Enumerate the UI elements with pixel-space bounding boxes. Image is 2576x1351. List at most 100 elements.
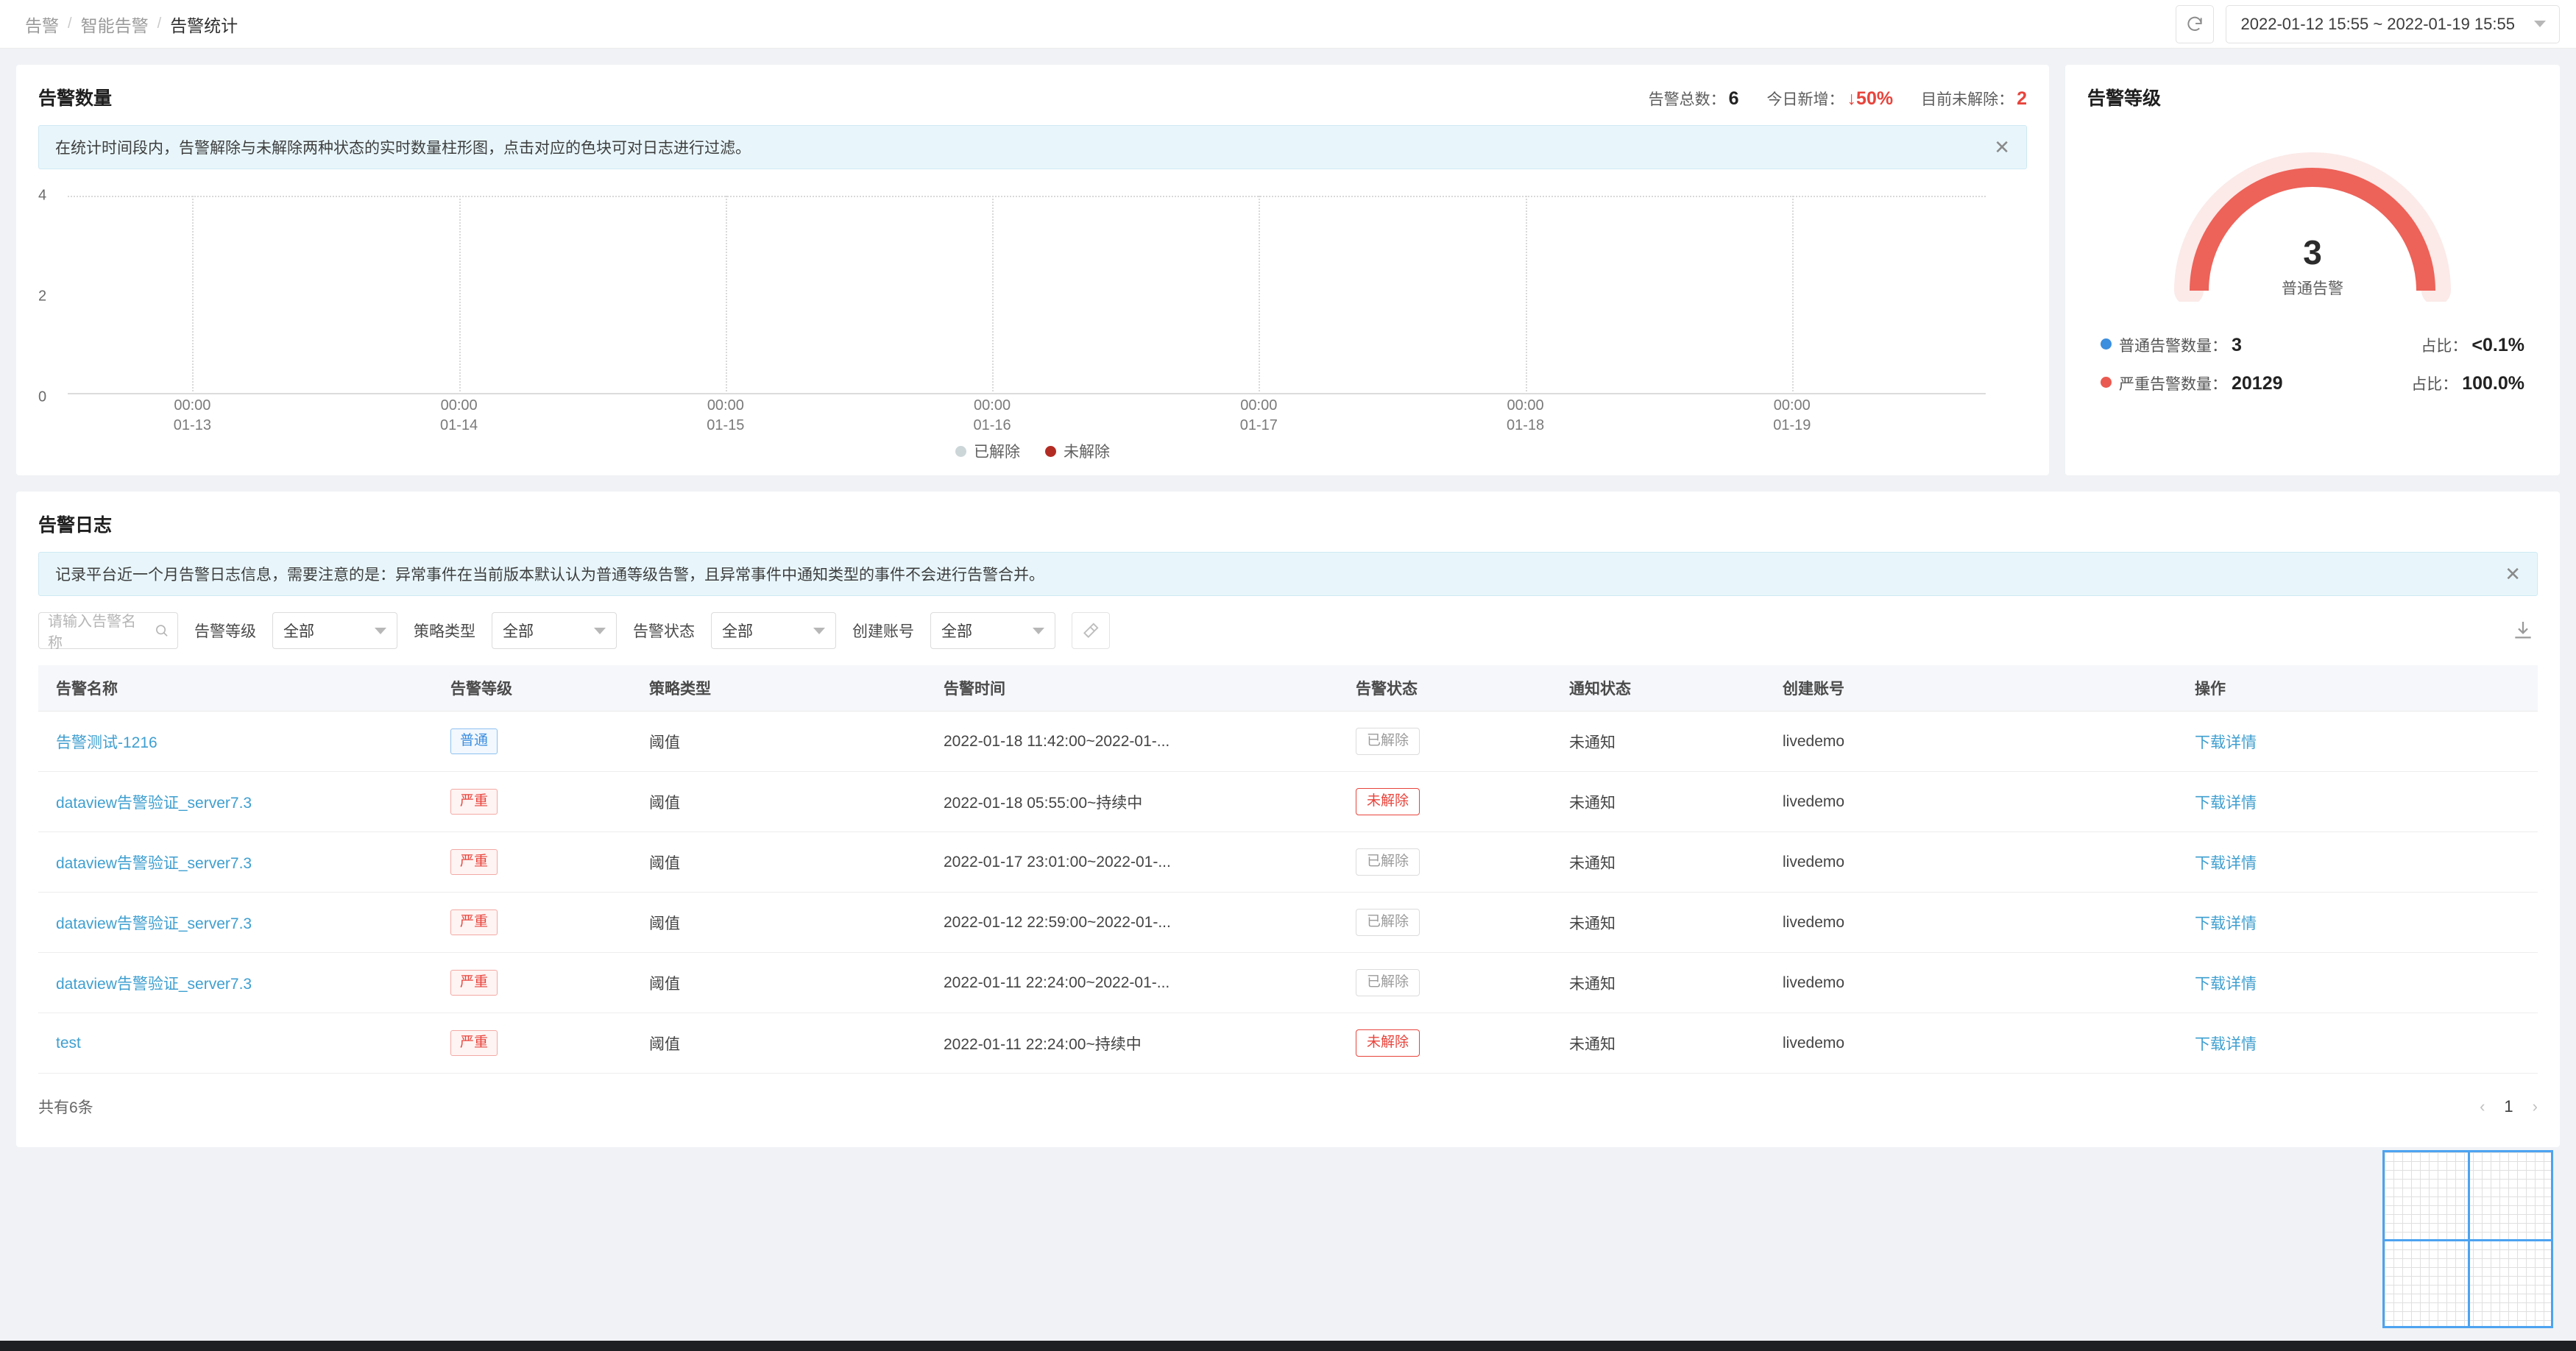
chart-bar[interactable] <box>867 196 890 394</box>
chart-bar[interactable] <box>1643 196 1666 394</box>
chart-bar[interactable] <box>570 196 593 394</box>
chart-bar[interactable] <box>1552 196 1575 394</box>
chart-bar[interactable] <box>1118 196 1141 394</box>
chart-bar[interactable] <box>1393 196 1415 394</box>
chart-bar[interactable] <box>1233 196 1256 394</box>
download-detail-link[interactable]: 下载详情 <box>2195 976 2257 993</box>
column-header-status[interactable]: 告警状态 <box>1356 665 1569 712</box>
chart-bar[interactable] <box>1689 196 1712 394</box>
chart-bar[interactable] <box>159 196 182 394</box>
chart-bar[interactable] <box>1712 196 1735 394</box>
download-detail-link[interactable]: 下载详情 <box>2195 734 2257 751</box>
download-button[interactable] <box>2508 616 2538 645</box>
chart-bar[interactable] <box>844 196 867 394</box>
breadcrumb-item-alarm[interactable]: 告警 <box>25 12 59 37</box>
alarm-name-link[interactable]: dataview告警验证_server7.3 <box>56 795 252 812</box>
chart-bar[interactable] <box>1575 196 1598 394</box>
page-number[interactable]: 1 <box>2504 1097 2513 1116</box>
chart-bar[interactable] <box>1141 196 1164 394</box>
chart-bar[interactable] <box>958 196 981 394</box>
chart-bar[interactable] <box>525 196 548 394</box>
download-detail-link[interactable]: 下载详情 <box>2195 795 2257 812</box>
filter-select-account[interactable]: 全部 <box>930 612 1055 649</box>
column-header-time[interactable]: 告警时间 <box>944 665 1356 712</box>
chart-bar[interactable] <box>1210 196 1233 394</box>
chart-bar[interactable] <box>913 196 935 394</box>
chart-bar[interactable] <box>1347 196 1370 394</box>
alarm-name-link[interactable]: dataview告警验证_server7.3 <box>56 855 252 872</box>
chart-bar[interactable] <box>227 196 250 394</box>
chart-bar[interactable] <box>616 196 639 394</box>
chart-bar[interactable] <box>1621 196 1643 394</box>
chart-bar[interactable] <box>1826 196 1849 394</box>
column-header-level[interactable]: 告警等级 <box>450 665 649 712</box>
chart-bar[interactable] <box>1050 196 1072 394</box>
chart-bar[interactable] <box>730 196 753 394</box>
download-detail-link[interactable]: 下载详情 <box>2195 915 2257 932</box>
chart-bar[interactable] <box>684 196 707 394</box>
chart-bar[interactable] <box>1735 196 1758 394</box>
chart-bar[interactable] <box>1803 196 1826 394</box>
clear-filters-button[interactable] <box>1072 612 1110 649</box>
chart-bar[interactable] <box>1507 196 1529 394</box>
date-range-picker[interactable]: 2022-01-12 15:55 ~ 2022-01-19 15:55 <box>2225 4 2560 43</box>
chart-bar[interactable] <box>981 196 1004 394</box>
close-icon[interactable]: ✕ <box>2505 564 2521 584</box>
chart-bar[interactable] <box>1072 196 1095 394</box>
chart-bar[interactable] <box>593 196 616 394</box>
chart-bar[interactable] <box>91 196 113 394</box>
chart-bar[interactable] <box>1461 196 1484 394</box>
chart-bar[interactable] <box>502 196 525 394</box>
column-header-policy[interactable]: 策略类型 <box>649 665 944 712</box>
chart-bar[interactable] <box>935 196 958 394</box>
alarm-name-link[interactable]: dataview告警验证_server7.3 <box>56 915 252 932</box>
chart-bar[interactable] <box>1301 196 1324 394</box>
chart-bar[interactable] <box>1964 196 1986 394</box>
chart-bar[interactable] <box>296 196 319 394</box>
chart-bar[interactable] <box>662 196 684 394</box>
prev-page-button[interactable]: ‹ <box>2480 1097 2485 1116</box>
chart-bar[interactable] <box>410 196 433 394</box>
search-input[interactable]: 请输入告警名称 <box>38 612 178 651</box>
column-header-name[interactable]: 告警名称 <box>38 665 450 712</box>
chart-bar[interactable] <box>1187 196 1210 394</box>
download-detail-link[interactable]: 下载详情 <box>2195 1036 2257 1053</box>
chart-bar[interactable] <box>68 196 91 394</box>
column-header-account[interactable]: 创建账号 <box>1783 665 2195 712</box>
grid-overlay-widget[interactable] <box>2382 1150 2553 1328</box>
column-header-action[interactable]: 操作 <box>2195 665 2538 712</box>
chart-bar[interactable] <box>364 196 387 394</box>
chart-bar[interactable] <box>707 196 730 394</box>
chart-bar[interactable] <box>776 196 799 394</box>
chart-bar[interactable] <box>1027 196 1050 394</box>
chart-bar[interactable] <box>113 196 136 394</box>
chart-bar[interactable] <box>479 196 502 394</box>
filter-select-status[interactable]: 全部 <box>711 612 836 649</box>
download-detail-link[interactable]: 下载详情 <box>2195 855 2257 872</box>
filter-select-level[interactable]: 全部 <box>272 612 397 649</box>
alarm-name-link[interactable]: test <box>56 1035 81 1052</box>
chart-bar[interactable] <box>753 196 776 394</box>
refresh-button[interactable] <box>2175 4 2214 43</box>
chart-bar[interactable] <box>890 196 913 394</box>
chart-bar[interactable] <box>1484 196 1507 394</box>
chart-bar[interactable] <box>387 196 410 394</box>
filter-select-policy[interactable]: 全部 <box>492 612 617 649</box>
chart-bar[interactable] <box>250 196 273 394</box>
chart-bar[interactable] <box>1095 196 1118 394</box>
chart-bar[interactable] <box>821 196 844 394</box>
column-header-notify[interactable]: 通知状态 <box>1569 665 1783 712</box>
chart-bar[interactable] <box>1598 196 1621 394</box>
chart-bar[interactable] <box>639 196 662 394</box>
chart-bar[interactable] <box>1872 196 1894 394</box>
chart-bar[interactable] <box>799 196 821 394</box>
chart-bar[interactable] <box>1529 196 1552 394</box>
alarm-name-link[interactable]: 告警测试-1216 <box>56 734 158 751</box>
chart-bar[interactable] <box>1415 196 1438 394</box>
chart-bars[interactable] <box>68 196 1986 394</box>
legend-item-resolved[interactable]: 已解除 <box>955 440 1020 462</box>
chart-bar[interactable] <box>136 196 159 394</box>
alarm-name-link[interactable]: dataview告警验证_server7.3 <box>56 976 252 993</box>
chart-bar[interactable] <box>342 196 364 394</box>
chart-plot-area[interactable] <box>68 196 1986 394</box>
